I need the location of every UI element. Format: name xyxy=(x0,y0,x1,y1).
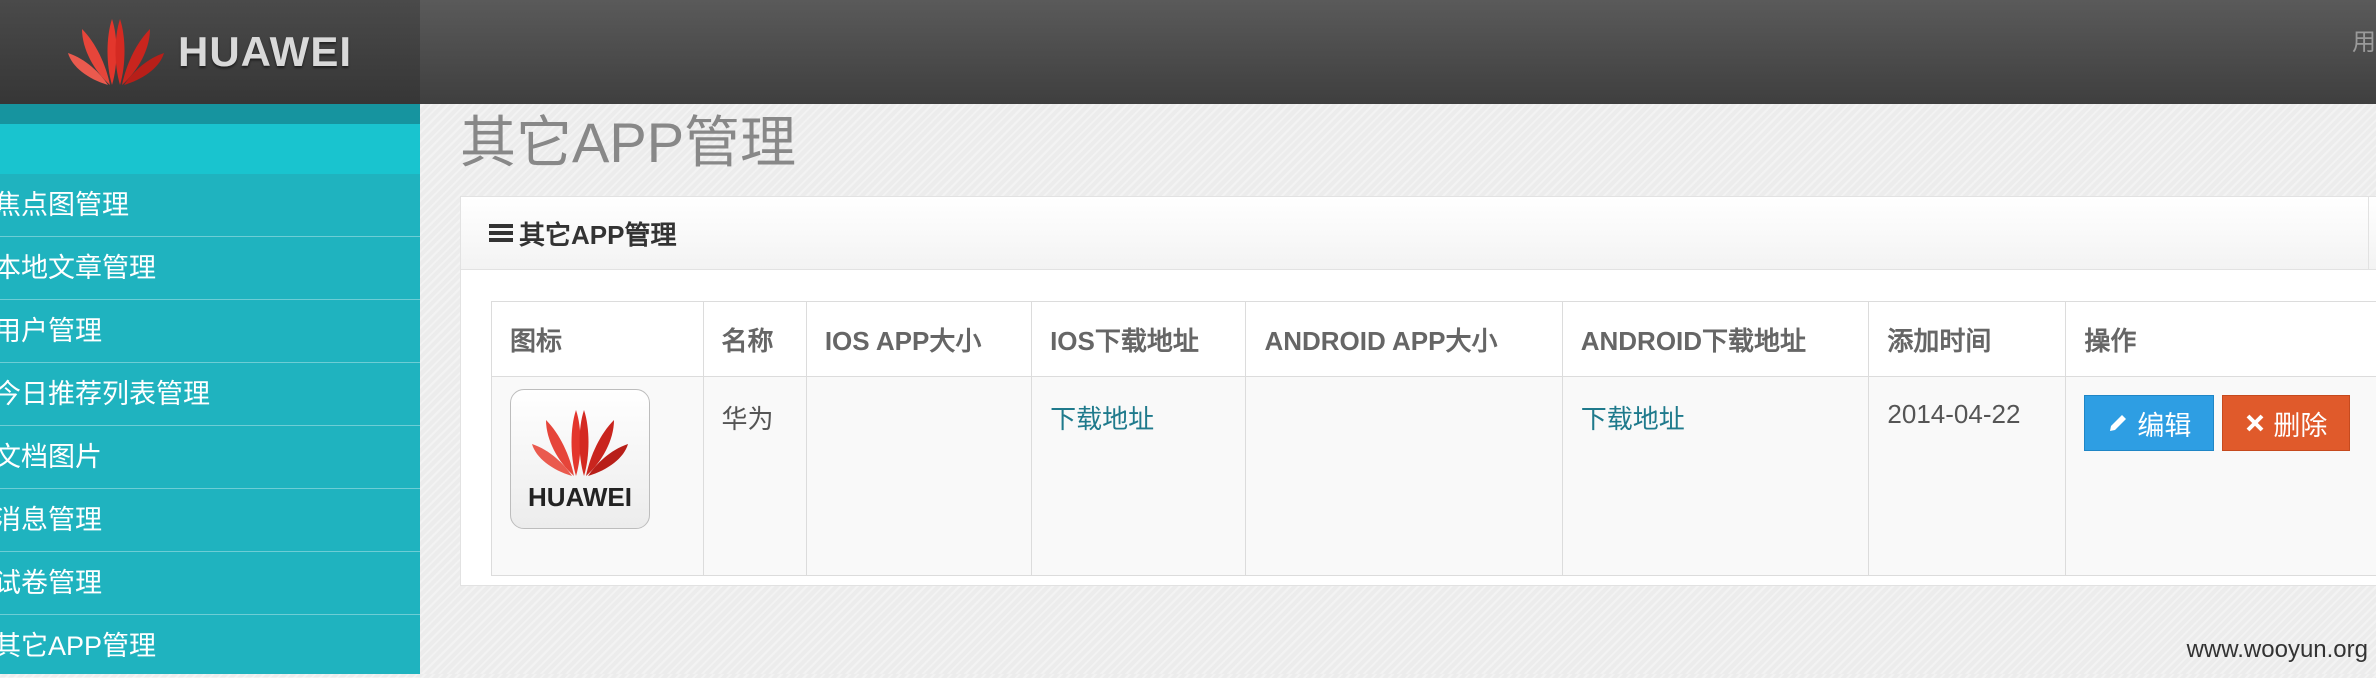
list-icon xyxy=(489,222,513,244)
sidebar-item-recommendations[interactable]: 今日推荐列表管理 xyxy=(0,363,420,426)
sidebar-item-label: 本地文章管理 xyxy=(0,253,156,283)
cell-icon: HUAWEI xyxy=(492,377,704,576)
delete-button-label: 删除 xyxy=(2273,404,2327,443)
sidebar-item-other-apps[interactable]: 其它APP管理 xyxy=(0,615,420,678)
edit-button[interactable]: 编辑 xyxy=(2084,395,2214,451)
android-download-link[interactable]: 下载地址 xyxy=(1581,404,1685,434)
edit-button-label: 编辑 xyxy=(2137,404,2191,443)
column-header-android-size: ANDROID APP大小 xyxy=(1246,302,1562,377)
cell-ios-size xyxy=(806,377,1031,576)
pencil-icon xyxy=(2107,412,2129,434)
sidebar-item-label: 其它APP管理 xyxy=(0,631,156,661)
panel-header-divider xyxy=(2368,197,2369,269)
column-header-ios-link: IOS下载地址 xyxy=(1032,302,1246,377)
app-table: 图标 名称 IOS APP大小 IOS下载地址 ANDROID APP大小 AN… xyxy=(491,301,2376,576)
sidebar-item-label: 用户管理 xyxy=(0,316,102,346)
cell-actions: 编辑 删除 xyxy=(2066,377,2376,576)
cell-android-size xyxy=(1246,377,1562,576)
cell-ios-link: 下载地址 xyxy=(1032,377,1246,576)
column-header-ios-size: IOS APP大小 xyxy=(806,302,1031,377)
table-row: HUAWEI 华为 下载地址 下载地址 2014-04-22 编辑 xyxy=(492,377,2376,576)
table-header-row: 图标 名称 IOS APP大小 IOS下载地址 ANDROID APP大小 AN… xyxy=(492,302,2376,377)
sidebar-menu: 焦点图管理 本地文章管理 用户管理 今日推荐列表管理 文档图片 消息管理 试卷管… xyxy=(0,174,420,678)
sidebar-item-label: 文档图片 xyxy=(0,442,102,472)
cell-android-link: 下载地址 xyxy=(1562,377,1869,576)
column-header-actions: 操作 xyxy=(2066,302,2376,377)
app-list-panel: 其它APP管理 图标 名称 IOS APP大小 IOS下载地址 ANDROID … xyxy=(460,196,2376,586)
top-bar: 用 xyxy=(420,0,2376,104)
brand-name: HUAWEI xyxy=(178,28,352,76)
huawei-logo-icon xyxy=(530,406,630,480)
panel-header: 其它APP管理 xyxy=(461,197,2376,270)
column-header-name: 名称 xyxy=(703,302,806,377)
times-icon xyxy=(2245,413,2265,433)
page-title: 其它APP管理 xyxy=(460,98,796,179)
sidebar-item-messages[interactable]: 消息管理 xyxy=(0,489,420,552)
cell-added-date: 2014-04-22 xyxy=(1869,377,2066,576)
column-header-added: 添加时间 xyxy=(1869,302,2066,377)
sidebar-item-label: 消息管理 xyxy=(0,505,102,535)
sidebar-item-label: 试卷管理 xyxy=(0,568,102,598)
brand-header[interactable]: HUAWEI xyxy=(0,0,420,104)
user-menu[interactable]: 用 xyxy=(2352,22,2376,57)
column-header-icon: 图标 xyxy=(492,302,704,377)
sidebar-item-document-images[interactable]: 文档图片 xyxy=(0,426,420,489)
app-icon-label: HUAWEI xyxy=(528,482,632,513)
huawei-logo-icon xyxy=(68,15,164,89)
delete-button[interactable]: 删除 xyxy=(2222,395,2350,451)
sidebar: HUAWEI 焦点图管理 本地文章管理 用户管理 今日推荐列表管理 文档图片 消… xyxy=(0,0,420,674)
sidebar-item-focus-images[interactable]: 焦点图管理 xyxy=(0,174,420,237)
sidebar-item-label: 焦点图管理 xyxy=(0,190,129,220)
ios-download-link[interactable]: 下载地址 xyxy=(1050,404,1154,434)
panel-title: 其它APP管理 xyxy=(519,215,676,252)
column-header-android-link: ANDROID下载地址 xyxy=(1562,302,1869,377)
sidebar-highlight xyxy=(0,124,420,174)
sidebar-item-exams[interactable]: 试卷管理 xyxy=(0,552,420,615)
app-icon: HUAWEI xyxy=(510,389,650,529)
cell-name: 华为 xyxy=(703,377,806,576)
watermark: www.wooyun.org xyxy=(2187,636,2368,664)
sidebar-divider xyxy=(0,104,420,124)
sidebar-item-users[interactable]: 用户管理 xyxy=(0,300,420,363)
sidebar-item-label: 今日推荐列表管理 xyxy=(0,379,210,409)
sidebar-item-local-articles[interactable]: 本地文章管理 xyxy=(0,237,420,300)
